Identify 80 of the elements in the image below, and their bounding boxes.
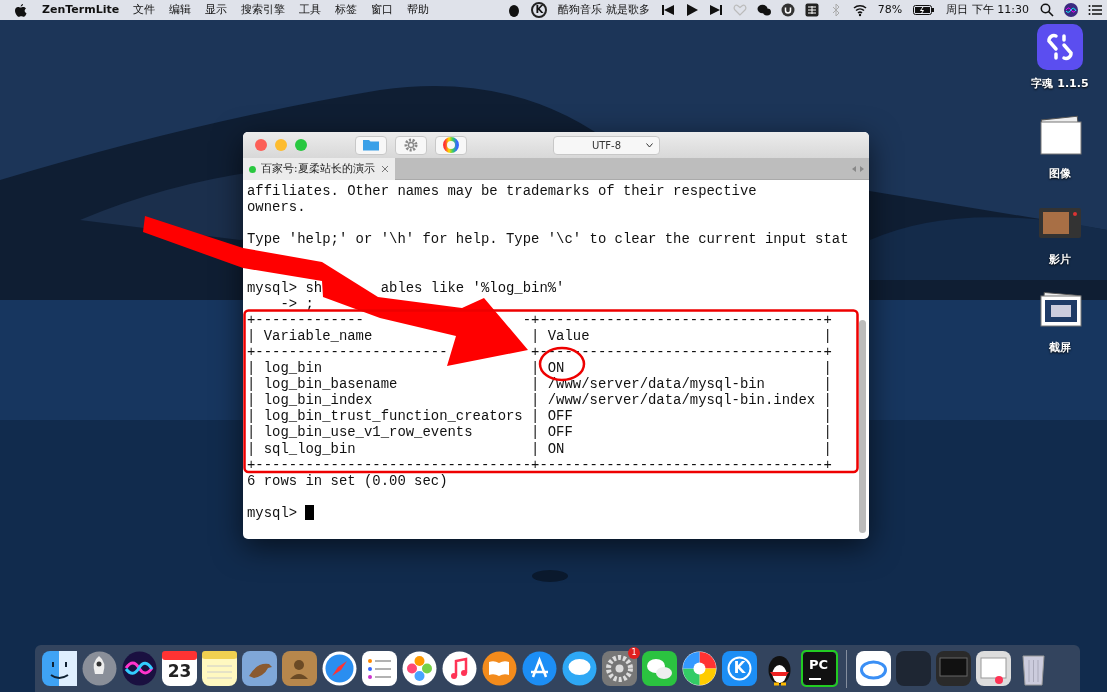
checklist-icon[interactable] [361,650,398,687]
pinwheel-icon[interactable] [681,650,718,687]
compass-icon[interactable] [321,650,358,687]
caret-icon [646,142,653,148]
a-shape-icon[interactable] [521,650,558,687]
icon-label[interactable]: 字魂 1.1.5 [1031,76,1089,93]
menu-item[interactable]: 文件 [126,0,163,20]
icon-label[interactable]: 影片 [1049,252,1071,269]
terminal-line: | log_bin_basename | /www/server/data/mysql-bin | [247,376,832,393]
color-wheel-icon[interactable] [442,137,460,153]
apple-icon[interactable] [14,3,27,17]
music-note-icon[interactable] [441,650,478,687]
terminal-line: 6 rows in set (0.00 sec) [247,472,448,489]
icon-letter: PC [809,658,829,671]
icon-label[interactable]: 截屏 [1049,340,1071,357]
menu-item[interactable]: 搜索引擎 [234,0,293,20]
face-split-icon[interactable] [41,650,78,687]
status-text: 78% [876,2,904,18]
wifi-icon[interactable] [852,3,867,17]
scrollbar[interactable] [859,320,866,533]
icon-label[interactable]: 图像 [1049,166,1071,183]
terminal-line: | Variable_name | Value | [247,327,832,344]
terminal-tab[interactable]: 百家号:夏柔站长的演示 [243,158,395,180]
encoding-dropdown[interactable]: UTF-8 [553,135,660,155]
play-icon[interactable] [684,3,699,17]
terminal-line: affiliates. Other names may be trademarks of their respective [247,183,757,200]
ide-app-icon[interactable] [801,650,838,687]
rocket-icon[interactable] [81,650,118,687]
power-icon[interactable] [780,3,795,17]
close-icon[interactable] [381,165,389,173]
terminal-line: | log_bin_index | /www/server/data/mysql-bin.index | [247,392,832,409]
status-dot-icon [249,165,256,173]
terminal-line: +----------------------- [247,343,448,361]
next-track-icon[interactable] [708,3,723,17]
menu-item[interactable]: 工具 [292,0,329,20]
menu-item[interactable]: 显示 [198,0,235,20]
terminal-line: | log_bin | ON | [247,360,832,377]
cloud-icon[interactable] [855,650,892,687]
terminal-line: mysql> sh [247,279,323,296]
notepad-icon[interactable] [201,650,238,687]
menu-item[interactable]: 标签 [328,0,365,20]
menu-item[interactable]: 窗口 [364,0,401,20]
gear-icon[interactable] [402,137,420,153]
folder-icon[interactable] [362,137,380,153]
open-book-icon[interactable] [481,650,518,687]
letter-app-icon[interactable] [721,650,758,687]
terminal-line: | sql_log_bin | ON | [247,440,832,457]
date-text: 23 [166,663,193,680]
terminal-line: | log_bin_trust_function_creators | OFF | [247,408,832,425]
flower-icon[interactable] [401,650,438,687]
status-text: 周日 下午 11:30 [945,2,1030,18]
status-app-icon[interactable]: K [531,2,548,18]
terminal-line: owners. [247,199,306,216]
chat-bubbles-icon[interactable] [756,3,771,17]
s-shape-app-icon[interactable] [1037,24,1083,70]
menu-item[interactable]: 帮助 [400,0,437,20]
terminal-line: ables like '%log_bin%' [380,279,565,296]
terminal-line: +------------- [247,311,364,328]
terminal-line: Type 'help;' or '\h' for help. Type '\c' to clear the current input stat [247,231,849,248]
battery-icon[interactable] [913,3,936,17]
terminal-line: | log_bin_use_v1_row_events | OFF | [247,424,832,441]
icon-letter: K [732,661,747,676]
photo-icon[interactable] [975,650,1012,687]
previous-track-icon[interactable] [660,3,675,17]
calendar-icon[interactable] [161,650,198,687]
gear-icon[interactable] [601,650,638,687]
bird-icon[interactable] [241,650,278,687]
app-menu[interactable]: ZenTermLite [35,0,127,20]
menu-icon[interactable] [1088,3,1102,17]
terminal-line: mysql> [247,504,299,521]
terminal-line: +---------------------------------+----------------------------------+ [247,456,832,473]
chat-bubble-icon[interactable] [561,650,598,687]
search-icon[interactable] [1040,3,1054,17]
status-text: 酷狗音乐 就是歌多 [557,2,651,18]
menu-item[interactable]: 编辑 [162,0,199,20]
orb-icon[interactable] [121,650,158,687]
keyboard-input-icon[interactable] [804,3,819,17]
terminal-line: -+----------------------------------+ [522,311,832,328]
chat-bubbles-icon[interactable] [641,650,678,687]
orb-icon[interactable] [1064,3,1078,17]
